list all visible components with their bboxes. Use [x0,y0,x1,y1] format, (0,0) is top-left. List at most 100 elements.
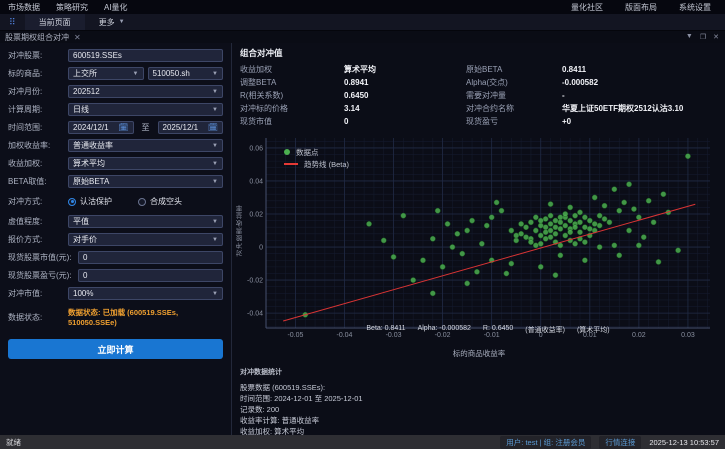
menubar: 市场数据 策略研究 AI量化 量化社区 版面布局 系统设置 [0,0,725,14]
summary-value: 0.8941 [344,76,466,89]
menu-strategy-research[interactable]: 策略研究 [56,2,88,13]
panel-chevron-down-icon[interactable]: ▼ [686,33,693,41]
summary-value: 3.14 [344,102,466,115]
stats-line: 时间范围: 2024-12-01 至 2025-12-01 [240,393,719,404]
period-value: 日线 [73,104,89,115]
underlying-code-select[interactable]: 510050.sh ▼ [148,67,224,80]
menu-system-settings[interactable]: 系统设置 [679,2,711,13]
beta-type-select[interactable]: 原始BETA ▼ [68,175,223,188]
chevron-down-icon: ▼ [212,143,218,149]
summary-value: 算术平均 [344,63,466,76]
summary-label: 现货市值 [240,115,344,128]
hedge-month-value: 202512 [73,87,100,96]
calendar-icon: 🗓 [208,123,218,132]
svg-text:0.06: 0.06 [249,145,263,152]
app-grid-icon[interactable]: ⠿ [0,18,25,27]
exchange-value: 上交所 [73,68,97,79]
spot-pnl-input[interactable] [78,269,223,282]
svg-text:-0.02: -0.02 [247,278,263,285]
summary-label: R(相关系数) [240,89,344,102]
hedge-mode-label: 对冲方式: [8,196,68,207]
tab-strip: 股票期权组合对冲 ✕ ▼ ❐ ✕ [0,31,725,43]
date-from-value: 2024/12/1 [73,123,109,132]
chevron-down-icon: ▼ [212,179,218,185]
summary-label: 对冲合约名称 [466,102,562,115]
chevron-down-icon: ▼ [212,161,218,167]
radio-unselected-icon [138,198,146,206]
exchange-select[interactable]: 上交所 ▼ [68,67,144,80]
chart-annotation: Beta: 0.8411 Alpha: -0.000582 R: 0.6450 … [266,325,710,335]
chart-legend: 数据点 趋势线 (Beta) [284,146,349,170]
summary-value: -0.000582 [562,76,719,89]
date-to-value: 2025/12/1 [163,123,199,132]
summary-value-contract: 华夏上证50ETF期权2512认沽3.10 [562,102,719,115]
chevron-down-icon: ▼ [212,219,218,225]
hedge-stock-input[interactable] [68,49,223,62]
tab-stock-option-hedge[interactable]: 股票期权组合对冲 ✕ [0,32,81,43]
summary-grid: 收益加权 算术平均 原始BETA 0.8411 调整BETA 0.8941 Al… [240,63,719,128]
return-weight-select[interactable]: 算术平均 ▼ [68,157,223,170]
hedge-ratio-value: 100% [73,289,93,298]
scatter-chart: 对冲股票收益率 -0.05-0.04-0.03-0.02-0.0100.010.… [240,134,718,359]
toolbar-tab-more-label: 更多 [99,17,115,28]
beta-type-value: 原始BETA [73,176,109,187]
date-to-picker[interactable]: 2025/12/1 🗓 [158,121,224,134]
summary-label: 对冲标的价格 [240,102,344,115]
annotation-return-type: (普通收益率) [525,325,565,335]
annotation-weight-type: (算术平均) [577,325,610,335]
spot-value-input[interactable] [78,251,223,264]
hedge-ratio-select[interactable]: 100% ▼ [68,287,223,300]
hedge-ratio-label: 对冲市值: [8,288,68,299]
hedge-month-select[interactable]: 202512 ▼ [68,85,223,98]
annotation-r: R: 0.6450 [483,325,513,335]
moneyness-value: 平值 [73,216,89,227]
summary-value: 0 [344,115,466,128]
menu-quant-community[interactable]: 量化社区 [571,2,603,13]
chevron-down-icon: ▼ [212,291,218,297]
quote-mode-value: 对手价 [73,234,97,245]
date-from-picker[interactable]: 2024/12/1 🗓 [68,121,134,134]
svg-text:-0.04: -0.04 [247,311,263,318]
main-area: 对冲股票: 标的商品: 上交所 ▼ 510050.sh ▼ 对冲月份: [0,43,725,435]
summary-value: +0 [562,115,719,128]
summary-label: 调整BETA [240,76,344,89]
status-user[interactable]: 用户: test | 组: 注册会员 [500,436,591,449]
stats-line: 记录数: 200 [240,404,719,415]
chart-x-axis-label: 标的商品收益率 [240,348,718,359]
app-window: 市场数据 策略研究 AI量化 量化社区 版面布局 系统设置 ⠿ 当前页面 更多 … [0,0,725,449]
tab-label: 股票期权组合对冲 [5,32,69,43]
spot-pnl-label: 现货股票盈亏(元): [8,270,78,281]
radio-synthetic-short[interactable]: 合成空头 [138,196,182,207]
summary-label: 收益加权 [240,63,344,76]
status-connection[interactable]: 行情连接 [599,436,641,449]
summary-value: 0.6450 [344,89,466,102]
beta-type-label: BETA取值: [8,176,68,187]
data-status-value: 数据状态: 已加载 (600519.SSEs, 510050.SSEe) [68,307,223,327]
panel-close-icon[interactable]: ✕ [713,33,719,41]
menu-layout[interactable]: 版面布局 [625,2,657,13]
calculate-button[interactable]: 立即计算 [8,339,223,359]
legend-trend-line: 趋势线 (Beta) [284,158,349,170]
hedge-form-panel: 对冲股票: 标的商品: 上交所 ▼ 510050.sh ▼ 对冲月份: [0,43,232,435]
hedge-result-panel: 组合对冲值 收益加权 算术平均 原始BETA 0.8411 调整BETA 0.8… [232,43,725,435]
moneyness-select[interactable]: 平值 ▼ [68,215,223,228]
menu-market-data[interactable]: 市场数据 [8,2,40,13]
summary-value: - [562,89,719,102]
quote-mode-select[interactable]: 对手价 ▼ [68,233,223,246]
calendar-icon: 🗓 [118,123,128,132]
menu-ai-quant[interactable]: AI量化 [104,2,128,13]
toolbar-tab-more[interactable]: 更多 ▼ [85,14,139,30]
legend-line-swatch [284,163,298,165]
annotation-alpha: Alpha: -0.000582 [418,325,471,335]
panel-restore-icon[interactable]: ❐ [700,33,706,41]
quote-mode-label: 报价方式: [8,234,68,245]
legend-label: 趋势线 (Beta) [304,159,349,170]
toolbar-tab-current-page[interactable]: 当前页面 [25,14,85,30]
return-type-select[interactable]: 普通收益率 ▼ [68,139,223,152]
data-status-label: 数据状态: [8,312,68,323]
period-select[interactable]: 日线 ▼ [68,103,223,116]
chevron-down-icon: ▼ [212,107,218,113]
stats-line: 收益率计算: 普通收益率 [240,415,719,426]
tab-close-icon[interactable]: ✕ [74,33,81,42]
radio-put-protection[interactable]: 认沽保护 [68,196,112,207]
